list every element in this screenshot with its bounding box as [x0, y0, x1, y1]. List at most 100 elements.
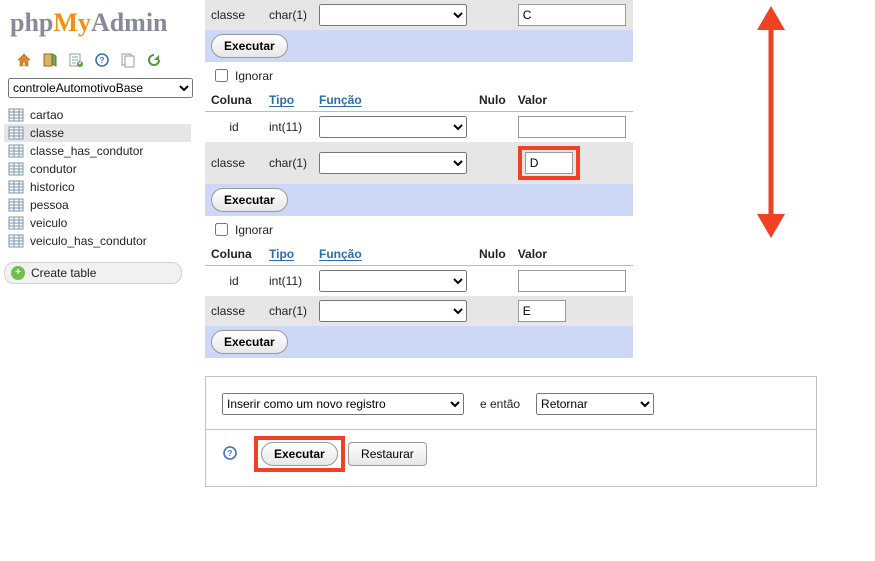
table-list: cartao classe classe_has_condutor condutor h… — [4, 106, 191, 250]
header-tipo[interactable]: Tipo — [263, 243, 313, 266]
value-input-classe-0[interactable] — [518, 4, 626, 26]
logo-php: php — [10, 8, 53, 37]
value-input-classe-2[interactable] — [518, 300, 566, 322]
sidebar-table-item[interactable]: historico — [4, 178, 191, 196]
table-icon — [8, 161, 24, 177]
footer-panel: Inserir como um novo registro e então Re… — [205, 376, 817, 430]
sidebar-table-label: classe — [30, 126, 64, 140]
execute-row-1: Executar — [205, 184, 633, 216]
help-icon[interactable]: ? — [222, 445, 238, 464]
sidebar-table-item[interactable]: pessoa — [4, 196, 191, 214]
function-select[interactable] — [319, 300, 467, 322]
field-row-id-2: id int(11) — [205, 266, 633, 297]
sidebar-table-item[interactable]: classe_has_condutor — [4, 142, 191, 160]
sidebar-table-item[interactable]: cartao — [4, 106, 191, 124]
create-table-button[interactable]: + Create table — [4, 262, 182, 284]
execute-button-1[interactable]: Executar — [211, 188, 288, 212]
create-table-label: Create table — [31, 266, 96, 280]
ignore-input-1[interactable] — [215, 69, 228, 82]
sql-icon[interactable] — [68, 52, 84, 68]
annotation-double-arrow-icon — [751, 6, 791, 238]
sidebar-table-label: classe_has_condutor — [30, 144, 143, 158]
sidebar-table-label: historico — [30, 180, 75, 194]
value-input-id-1[interactable] — [518, 116, 626, 138]
reload-icon[interactable] — [146, 52, 162, 68]
sidebar-table-item[interactable]: classe — [4, 124, 191, 142]
col-label: classe — [205, 142, 263, 184]
logo-my: My — [53, 8, 91, 37]
highlighted-value-box — [518, 146, 580, 180]
ignore-label: Ignorar — [235, 223, 273, 237]
then-select[interactable]: Retornar — [536, 393, 654, 415]
col-label: id — [205, 266, 263, 297]
header-funcao[interactable]: Função — [313, 243, 473, 266]
sidebar-table-item[interactable]: condutor — [4, 160, 191, 178]
footer-panel-row2: ? Executar Restaurar — [205, 430, 817, 487]
sidebar: phpMyAdmin ? controleAutomot — [0, 0, 195, 495]
col-label: classe — [205, 296, 263, 326]
col-label: classe — [205, 0, 263, 30]
database-select[interactable]: controleAutomotivoBase — [8, 78, 193, 98]
field-row-classe-1: classe char(1) — [205, 142, 633, 184]
sidebar-table-item[interactable]: veiculo_has_condutor — [4, 232, 191, 250]
col-type: char(1) — [263, 0, 313, 30]
execute-button-2[interactable]: Executar — [211, 330, 288, 354]
value-input-classe-1[interactable] — [525, 152, 573, 174]
execute-row-2: Executar — [205, 326, 633, 358]
footer-execute-button[interactable]: Executar — [261, 442, 338, 466]
header-nulo: Nulo — [473, 243, 512, 266]
exit-icon[interactable] — [42, 52, 58, 68]
table-icon — [8, 197, 24, 213]
footer-restore-button[interactable]: Restaurar — [348, 442, 427, 466]
function-select[interactable] — [319, 152, 467, 174]
ignore-checkbox-2[interactable]: Ignorar — [211, 220, 273, 239]
ignore-checkbox-1[interactable]: Ignorar — [211, 66, 273, 85]
header-coluna: Coluna — [205, 243, 263, 266]
table-icon — [8, 179, 24, 195]
docs-icon[interactable]: ? — [94, 52, 110, 68]
function-select[interactable] — [319, 116, 467, 138]
svg-text:?: ? — [228, 449, 233, 458]
header-valor: Valor — [512, 89, 633, 112]
sidebar-table-label: pessoa — [30, 198, 69, 212]
header-valor: Valor — [512, 243, 633, 266]
execute-row-0: Executar — [205, 30, 633, 62]
main-content: classe char(1) Executar Ignorar Coluna T… — [195, 0, 875, 495]
col-type: char(1) — [263, 142, 313, 184]
header-nulo: Nulo — [473, 89, 512, 112]
field-row-id-1: id int(11) — [205, 112, 633, 143]
sidebar-table-label: veiculo_has_condutor — [30, 234, 147, 248]
table-icon — [8, 107, 24, 123]
sidebar-table-item[interactable]: veiculo — [4, 214, 191, 232]
value-input-id-2[interactable] — [518, 270, 626, 292]
header-tipo[interactable]: Tipo — [263, 89, 313, 112]
sidebar-table-label: cartao — [30, 108, 63, 122]
header-row-1: Coluna Tipo Função Nulo Valor — [205, 89, 633, 112]
database-select-input[interactable]: controleAutomotivoBase — [8, 78, 193, 98]
field-row-classe-0: classe char(1) — [205, 0, 633, 30]
header-coluna: Coluna — [205, 89, 263, 112]
table-icon — [8, 143, 24, 159]
insert-where-select[interactable]: Inserir como um novo registro — [222, 393, 464, 415]
ignore-input-2[interactable] — [215, 223, 228, 236]
highlighted-execute-box: Executar — [254, 436, 345, 472]
insert-panel: classe char(1) Executar Ignorar Coluna T… — [205, 0, 633, 358]
plus-icon: + — [11, 266, 25, 280]
ignore-label: Ignorar — [235, 69, 273, 83]
table-icon — [8, 215, 24, 231]
header-funcao[interactable]: Função — [313, 89, 473, 112]
execute-button-0[interactable]: Executar — [211, 34, 288, 58]
ignore-row-1: Ignorar — [205, 62, 633, 89]
function-select[interactable] — [319, 270, 467, 292]
logo-admin: Admin — [91, 8, 168, 37]
e-entao-label: e então — [480, 397, 520, 411]
window-icon[interactable] — [120, 52, 136, 68]
sidebar-table-label: condutor — [30, 162, 77, 176]
logo: phpMyAdmin — [4, 6, 191, 46]
sidebar-table-label: veiculo — [30, 216, 67, 230]
ignore-row-2: Ignorar — [205, 216, 633, 243]
function-select[interactable] — [319, 4, 467, 26]
svg-text:?: ? — [100, 56, 105, 65]
col-null — [473, 0, 512, 30]
home-icon[interactable] — [16, 52, 32, 68]
